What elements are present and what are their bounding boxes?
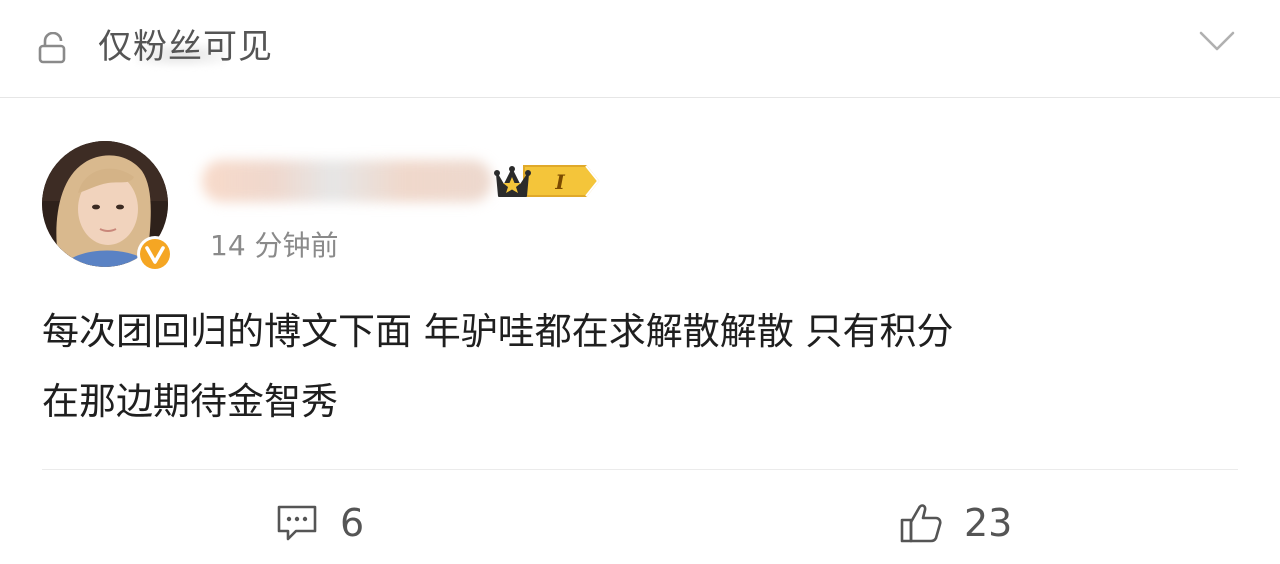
like-count: 23: [964, 501, 1013, 545]
rank-badge-text: I: [554, 170, 565, 194]
comment-bubble-icon: [277, 505, 317, 541]
lock-icon: [38, 32, 66, 64]
verified-v-icon: [137, 236, 173, 272]
username-blurred[interactable]: [202, 160, 492, 202]
thumbs-up-icon: [900, 504, 942, 543]
crown-icon: I: [494, 165, 600, 197]
like-button[interactable]: 23: [898, 498, 1012, 548]
divider: [42, 469, 1238, 470]
comment-count: 6: [340, 501, 365, 545]
user-avatar[interactable]: [42, 141, 173, 272]
visibility-label: 仅粉丝可见: [98, 27, 273, 67]
divider: [0, 97, 1280, 98]
visibility-bar[interactable]: 仅粉丝可见: [0, 0, 1280, 97]
comment-text: 每次团回归的博文下面 年驴哇都在求解散解散 只有积分 在那边期待金智秀: [42, 306, 1242, 428]
comment-line: 每次团回归的博文下面 年驴哇都在求解散解散 只有积分: [42, 310, 954, 353]
comment-line: 在那边期待金智秀: [42, 380, 338, 423]
timestamp: 14 分钟前: [210, 229, 339, 262]
comment-button[interactable]: 6: [274, 498, 364, 548]
chevron-down-icon[interactable]: [1198, 28, 1236, 54]
